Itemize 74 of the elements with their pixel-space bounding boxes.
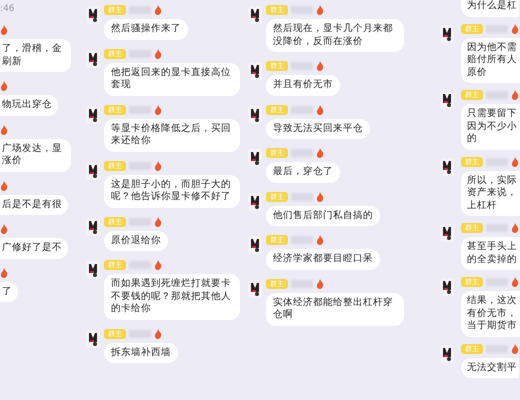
flame-icon [0,124,8,134]
flame-icon [511,223,519,233]
flame-icon [0,224,8,234]
flame-icon [316,148,324,158]
avatar-icon [248,236,262,254]
message-bubble: 他们售后部门私自搞的 [266,206,380,226]
message-bubble: 广场发达，显涨价 [0,138,71,172]
flame-icon [0,25,8,35]
message-bubble: 经济学家都要目瞪口呆 [266,249,380,270]
message-bubble: 了，滑稽，金刷新 [0,39,71,72]
flame-icon [316,5,324,15]
message-bubble: 后是不是有很 [0,194,68,215]
message-bubble: 无法交割平 [461,358,519,378]
flame-icon [154,328,162,338]
avatar-icon [248,280,262,298]
message-bubble: 结果，这次有价无市，当于期货市 [461,291,520,336]
avatar-icon [248,192,262,210]
flame-icon [154,216,162,226]
message-bubble: 拆东墙补西墙 [104,342,178,363]
flame-icon [511,344,519,354]
avatar-icon [440,344,454,362]
flame-icon [0,81,8,91]
message-bubble: 广修好了是不 [0,238,68,258]
message-bubble: 了 [0,282,18,302]
avatar-icon [440,278,454,296]
status-time: :46 [0,4,16,16]
avatar-icon [248,106,262,124]
avatar-icon [440,158,454,176]
message-bubble: 然后现在，显卡几个月来都没降价，反而在涨价 [266,19,404,52]
flame-icon [154,160,162,170]
message-bubble: 并且有价无市 [266,75,340,96]
flame-icon [316,278,324,288]
flame-icon [316,61,324,71]
flame-icon [154,104,162,114]
message-bubble: 甚至手头上的全卖掉的 [461,237,520,270]
avatar-icon [86,50,100,68]
flame-icon [511,24,519,34]
avatar-icon [440,24,454,42]
avatar-icon [86,6,100,24]
flame-icon [316,235,324,245]
message-bubble: 因为他不需赔付所有人原价 [461,38,520,83]
message-bubble: 只需要留下因为不少小的 [461,104,520,150]
avatar-icon [86,162,100,180]
flame-icon [0,268,8,278]
flame-icon [511,90,519,100]
message-bubble: 等显卡价格降低之后，买回来还给你 [104,118,240,152]
flame-icon [316,192,324,202]
message-bubble: 然后骚操作来了 [104,19,188,40]
flame-icon [511,156,519,166]
message-bubble: 为什么是杠 [461,0,519,16]
message-bubble: 实体经济都能给整出杠杆穿仓啊 [266,292,404,326]
avatar-icon [440,224,454,242]
avatar-icon [248,6,262,24]
avatar-icon [440,91,454,109]
avatar-icon [248,62,262,80]
message-bubble: 导致无法买回来平仓 [266,118,370,139]
message-bubble: 这是胆子小的，而胆子大的呢？他告诉你显卡修不好了 [104,174,240,208]
flame-icon [154,48,162,58]
flame-icon [154,260,162,270]
message-bubble: 他把返回来的显卡直接高位套现 [104,62,240,96]
message-bubble: 原价退给你 [104,230,168,251]
avatar-icon [86,261,100,279]
flame-icon [316,104,324,114]
flame-icon [154,5,162,15]
avatar-icon [248,149,262,167]
avatar-icon [86,330,100,348]
message-bubble: 所以，实际资产来说，上杠杆 [461,170,520,216]
flame-icon [0,180,8,190]
avatar-icon [86,106,100,124]
avatar-icon [86,218,100,236]
message-bubble: 最后，穿仓了 [266,162,340,182]
flame-icon [511,277,519,287]
message-bubble: 物玩出穿仓 [0,95,58,116]
message-bubble: 而如果遇到死缠烂打就要卡不要钱的呢？那就把其他人的卡给你 [104,274,240,320]
